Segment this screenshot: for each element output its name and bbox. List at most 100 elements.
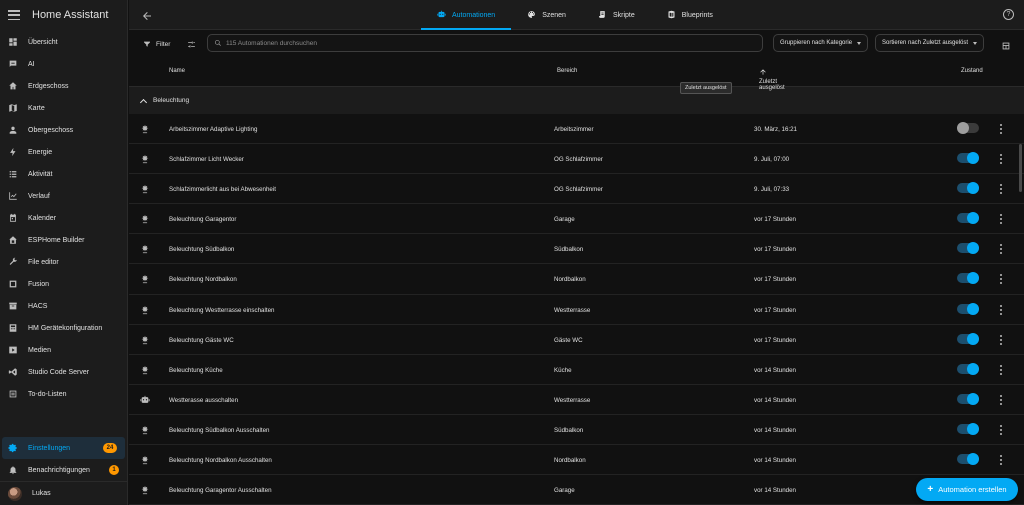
state-toggle[interactable] xyxy=(957,182,979,195)
table-row[interactable]: Beleuchtung Südbalkon Ausschalten Südbalk… xyxy=(129,415,1024,446)
sidebar-item-kalender[interactable]: Kalender xyxy=(0,207,127,229)
menu-icon[interactable] xyxy=(8,10,20,20)
table-row[interactable]: Schlafzimmer Licht Wecker OG Schlafzimmer… xyxy=(129,144,1024,175)
tab-skripte[interactable]: Skripte xyxy=(582,0,651,30)
sidebar-item-karte[interactable]: Karte xyxy=(0,97,127,119)
sidebar-item-hacs[interactable]: HACS xyxy=(0,295,127,317)
more-vert-icon[interactable] xyxy=(999,304,1003,315)
more-vert-icon[interactable] xyxy=(999,244,1003,255)
filter-button[interactable]: Filter xyxy=(137,35,176,53)
more-vert-icon[interactable] xyxy=(999,274,1003,285)
automation-icon xyxy=(140,305,150,315)
sidebar-item-studio-code-server[interactable]: Studio Code Server xyxy=(0,361,127,383)
group-header[interactable]: Beleuchtung xyxy=(129,87,1024,114)
row-name: Beleuchtung Gäste WC xyxy=(169,336,234,344)
row-last-triggered: 9. Juli, 07:00 xyxy=(754,156,790,164)
sidebar-item-ai[interactable]: AI xyxy=(0,53,127,75)
automation-icon xyxy=(140,335,150,345)
group-by-dropdown[interactable]: Gruppieren nach Kategorie xyxy=(773,34,869,52)
row-area: Garage xyxy=(554,216,575,224)
table-row[interactable]: Beleuchtung Westterrasse einschalten West… xyxy=(129,295,1024,325)
column-header-last-triggered[interactable]: Zuletzt ausgelöst xyxy=(759,68,785,91)
state-toggle[interactable] xyxy=(957,332,979,345)
sidebar-item-label: Medien xyxy=(28,346,51,354)
sidebar-item-label: HACS xyxy=(28,302,48,310)
more-vert-icon[interactable] xyxy=(999,184,1003,195)
sort-by-dropdown[interactable]: Sortieren nach Zuletzt ausgelöst xyxy=(875,34,985,52)
search-input[interactable] xyxy=(226,39,726,47)
sidebar-item-settings[interactable]: Einstellungen 24 xyxy=(2,437,125,459)
esphome-icon xyxy=(8,235,18,245)
sidebar-item-obergeschoss[interactable]: Obergeschoss xyxy=(0,119,127,141)
tab-blueprints[interactable]: Blueprints xyxy=(651,0,729,30)
table-settings-icon[interactable] xyxy=(1001,38,1011,50)
table-row[interactable]: Beleuchtung Garagentor Garage vor 17 Stund… xyxy=(129,204,1024,235)
create-automation-button[interactable]: + Automation erstellen xyxy=(916,478,1018,501)
state-toggle[interactable] xyxy=(957,212,979,225)
state-toggle[interactable] xyxy=(957,453,979,466)
more-vert-icon[interactable] xyxy=(999,334,1003,345)
more-vert-icon[interactable] xyxy=(999,364,1003,375)
more-vert-icon[interactable] xyxy=(999,124,1003,134)
sidebar-item-medien[interactable]: Medien xyxy=(0,339,127,361)
sidebar-item-energie[interactable]: Energie xyxy=(0,141,127,163)
tooltip: Zuletzt ausgelöst xyxy=(680,82,732,94)
automation-icon xyxy=(140,455,150,465)
table-row[interactable]: Beleuchtung Nordbalkon Nordbalkon vor 17 S… xyxy=(129,264,1024,295)
sidebar-item-label: Energie xyxy=(28,148,53,156)
sidebar-item-ubersicht[interactable]: Übersicht xyxy=(0,31,127,53)
state-toggle[interactable] xyxy=(957,422,979,435)
sidebar-item-hm-geratekonfiguration[interactable]: HM Gerätekonfiguration xyxy=(0,317,127,339)
table-row[interactable]: Beleuchtung Küche Küche vor 14 Stunden xyxy=(129,355,1024,385)
table-row[interactable]: Westterasse ausschalten Westterrasse vor 1… xyxy=(129,385,1024,415)
row-name: Westterasse ausschalten xyxy=(169,396,239,404)
sidebar-item-verlauf[interactable]: Verlauf xyxy=(0,185,127,207)
tab-szenen[interactable]: Szenen xyxy=(511,0,582,30)
state-toggle[interactable] xyxy=(957,302,979,315)
table-row[interactable]: Beleuchtung Garagentor Ausschalten Garage… xyxy=(129,475,1024,505)
row-name: Beleuchtung Südbalkon xyxy=(169,246,235,254)
state-toggle[interactable] xyxy=(957,122,979,134)
state-toggle[interactable] xyxy=(957,242,979,255)
more-vert-icon[interactable] xyxy=(999,424,1003,435)
table-row[interactable]: Beleuchtung Gäste WC Gäste WC vor 17 Stund… xyxy=(129,325,1024,355)
back-arrow-icon[interactable] xyxy=(141,9,153,21)
row-area: Arbeitszimmer xyxy=(554,126,594,133)
column-header-area[interactable]: Bereich xyxy=(557,68,577,74)
search-icon xyxy=(215,40,221,46)
help-icon[interactable]: ? xyxy=(1003,9,1014,20)
state-toggle[interactable] xyxy=(957,272,979,285)
selection-mode-icon[interactable] xyxy=(184,37,198,51)
more-vert-icon[interactable] xyxy=(999,394,1003,405)
state-toggle[interactable] xyxy=(957,152,979,165)
column-header-state[interactable]: Zustand xyxy=(961,68,983,74)
sidebar-item-notifications[interactable]: Benachrichtigungen 1 xyxy=(0,459,127,481)
row-area: Gäste WC xyxy=(554,336,583,344)
sidebar-item-erdgeschoss[interactable]: Erdgeschoss xyxy=(0,75,127,97)
table-row[interactable]: Beleuchtung Südbalkon Südbalkon vor 17 Stu… xyxy=(129,234,1024,265)
more-vert-icon[interactable] xyxy=(999,455,1003,466)
sidebar-item-user[interactable]: Lukas xyxy=(0,481,127,505)
sidebar-item-to-do-listen[interactable]: To-do-Listen xyxy=(0,383,127,405)
row-last-triggered: 30. März, 16:21 xyxy=(754,126,797,133)
row-name: Beleuchtung Nordbalkon Ausschalten xyxy=(169,457,272,465)
state-toggle[interactable] xyxy=(957,362,979,375)
tab-automationen[interactable]: Automationen xyxy=(421,0,512,30)
sidebar-item-file-editor[interactable]: File editor xyxy=(0,251,127,273)
column-header-name[interactable]: Name xyxy=(169,68,185,74)
table-row[interactable]: Beleuchtung Nordbalkon Ausschalten Nordba… xyxy=(129,445,1024,476)
automation-icon xyxy=(140,154,150,164)
state-toggle[interactable] xyxy=(957,392,979,405)
sidebar-item-aktivitat[interactable]: Aktivität xyxy=(0,163,127,185)
wrench-icon xyxy=(8,257,18,267)
row-last-triggered: vor 14 Stunden xyxy=(754,366,796,374)
table-row[interactable]: Schlafzimmerlicht aus bei Abwesenheit OG … xyxy=(129,174,1024,205)
table-row[interactable]: Arbeitszimmer Adaptive Lighting Arbeitszi… xyxy=(129,114,1024,145)
more-vert-icon[interactable] xyxy=(999,154,1003,165)
scrollbar[interactable] xyxy=(1019,144,1022,192)
row-name: Beleuchtung Nordbalkon xyxy=(169,276,237,284)
more-vert-icon[interactable] xyxy=(999,214,1003,225)
row-last-triggered: vor 14 Stunden xyxy=(754,396,796,404)
sidebar-item-fusion[interactable]: Fusion xyxy=(0,273,127,295)
sidebar-item-esphome-builder[interactable]: ESPHome Builder xyxy=(0,229,127,251)
